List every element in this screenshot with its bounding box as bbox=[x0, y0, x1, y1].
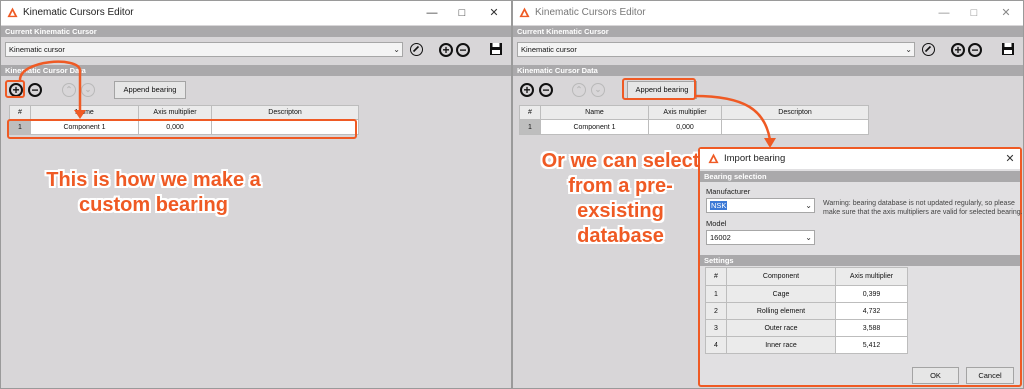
app-logo-icon bbox=[708, 153, 719, 164]
database-warning: Warning: bearing database is not updated… bbox=[823, 200, 1023, 216]
arrow-head-left bbox=[74, 110, 86, 119]
table-header-row: # Component Axis multiplier bbox=[705, 267, 908, 286]
axis-multiplier-cell[interactable]: 0,399 bbox=[835, 285, 908, 303]
component-cell: Inner race bbox=[726, 336, 836, 354]
table-row[interactable]: 2 Rolling element 4,732 bbox=[705, 302, 908, 320]
model-value: 16002 bbox=[710, 233, 731, 242]
table-row[interactable]: 3 Outer race 3,588 bbox=[705, 319, 908, 337]
dialog-title-bar: Import bearing ✕ bbox=[700, 149, 1020, 169]
table-row[interactable]: 1 Cage 0,399 bbox=[705, 285, 908, 303]
manufacturer-value: NSK bbox=[710, 201, 728, 210]
bearing-components-table: # Component Axis multiplier 1 Cage 0,399… bbox=[705, 267, 908, 354]
manufacturer-label: Manufacturer bbox=[706, 187, 751, 196]
column-header: # bbox=[705, 267, 727, 286]
dropdown-chevron-icon: ⌄ bbox=[805, 201, 812, 210]
axis-multiplier-cell[interactable]: 5,412 bbox=[835, 336, 908, 354]
row-index: 2 bbox=[705, 302, 727, 320]
arrow-to-dialog bbox=[693, 94, 772, 141]
close-icon[interactable]: ✕ bbox=[1000, 150, 1020, 168]
dropdown-chevron-icon: ⌄ bbox=[805, 233, 812, 242]
component-cell: Cage bbox=[726, 285, 836, 303]
import-bearing-dialog: Import bearing ✕ Bearing selection Manuf… bbox=[698, 147, 1023, 387]
component-cell: Rolling element bbox=[726, 302, 836, 320]
column-header: Axis multiplier bbox=[835, 267, 908, 286]
model-select[interactable]: 16002 ⌄ bbox=[706, 230, 815, 245]
column-header: Component bbox=[726, 267, 836, 286]
ok-button[interactable]: OK bbox=[912, 367, 959, 384]
component-cell: Outer race bbox=[726, 319, 836, 337]
row-index: 1 bbox=[705, 285, 727, 303]
row-index: 4 bbox=[705, 336, 727, 354]
arrow-to-table-row bbox=[18, 60, 82, 112]
model-label: Model bbox=[706, 219, 727, 228]
dialog-title: Import bearing bbox=[724, 153, 786, 164]
axis-multiplier-cell[interactable]: 4,732 bbox=[835, 302, 908, 320]
section-settings: Settings bbox=[700, 255, 1020, 266]
table-row[interactable]: 4 Inner race 5,412 bbox=[705, 336, 908, 354]
axis-multiplier-cell[interactable]: 3,588 bbox=[835, 319, 908, 337]
section-bearing-selection: Bearing selection bbox=[700, 171, 1020, 182]
row-index: 3 bbox=[705, 319, 727, 337]
manufacturer-select[interactable]: NSK ⌄ bbox=[706, 198, 815, 213]
cancel-button[interactable]: Cancel bbox=[966, 367, 1014, 384]
